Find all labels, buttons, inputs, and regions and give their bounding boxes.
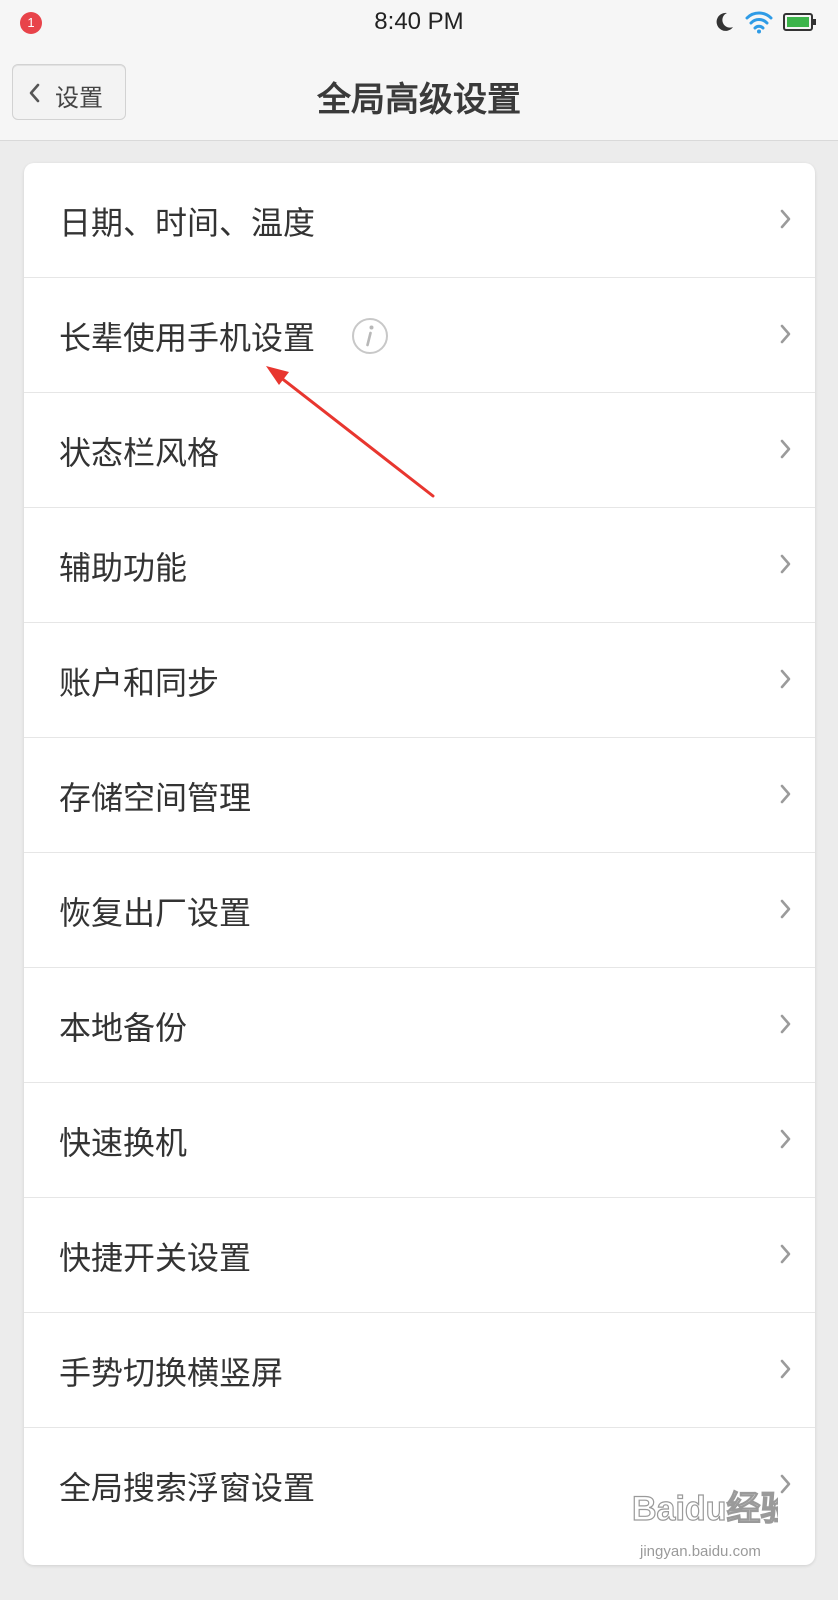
chevron-right-icon xyxy=(780,439,791,459)
settings-item-label: 本地备份 xyxy=(59,1009,188,1047)
wifi-icon xyxy=(745,11,773,34)
chevron-right-icon xyxy=(780,1129,791,1149)
settings-item-label: 日期、时间、温度 xyxy=(59,204,316,242)
chevron-right-icon xyxy=(780,324,791,344)
chevron-right-icon xyxy=(780,1014,791,1034)
settings-list: 日期、时间、温度 长辈使用手机设置 状态栏风格 辅助功能 账户和同步 存储空间管… xyxy=(24,163,815,1565)
chevron-right-icon xyxy=(780,209,791,229)
chevron-right-icon xyxy=(780,1474,791,1494)
settings-item-label: 辅助功能 xyxy=(59,549,188,587)
info-icon[interactable] xyxy=(351,317,389,355)
settings-item-label: 快速换机 xyxy=(59,1124,188,1162)
status-bar: 1 8:40 PM xyxy=(0,0,838,46)
settings-item-local-backup[interactable]: 本地备份 xyxy=(24,968,815,1083)
settings-item-factory-reset[interactable]: 恢复出厂设置 xyxy=(24,853,815,968)
nav-bar: 设置 全局高级设置 xyxy=(0,46,838,141)
settings-item-accessibility[interactable]: 辅助功能 xyxy=(24,508,815,623)
settings-item-label: 全局搜索浮窗设置 xyxy=(59,1469,316,1507)
moon-icon xyxy=(716,12,733,31)
settings-item-label: 长辈使用手机设置 xyxy=(59,319,316,357)
chevron-right-icon xyxy=(780,784,791,804)
settings-item-label: 存储空间管理 xyxy=(59,779,252,817)
settings-item-quick-toggles[interactable]: 快捷开关设置 xyxy=(24,1198,815,1313)
settings-item-label: 快捷开关设置 xyxy=(59,1239,252,1277)
settings-item-date-time[interactable]: 日期、时间、温度 xyxy=(24,163,815,278)
settings-item-label: 手势切换横竖屏 xyxy=(59,1354,284,1392)
watermark-url: jingyan.baidu.com xyxy=(640,1543,761,1560)
settings-item-elderly-mode[interactable]: 长辈使用手机设置 xyxy=(24,278,815,393)
chevron-right-icon xyxy=(780,669,791,689)
chevron-right-icon xyxy=(780,1244,791,1264)
chevron-right-icon xyxy=(780,899,791,919)
chevron-right-icon xyxy=(780,1359,791,1379)
settings-item-label: 状态栏风格 xyxy=(59,434,220,472)
baidu-jingyan-watermark-logo: Baidu经验 xyxy=(631,1488,778,1528)
battery-icon xyxy=(783,13,816,31)
settings-item-storage[interactable]: 存储空间管理 xyxy=(24,738,815,853)
settings-item-phone-transfer[interactable]: 快速换机 xyxy=(24,1083,815,1198)
settings-item-accounts-sync[interactable]: 账户和同步 xyxy=(24,623,815,738)
settings-item-label: 账户和同步 xyxy=(59,664,220,702)
page-title: 全局高级设置 xyxy=(317,80,521,120)
settings-item-status-bar-style[interactable]: 状态栏风格 xyxy=(24,393,815,508)
svg-text:Baidu经验: Baidu经验 xyxy=(632,1489,778,1528)
settings-item-gesture-rotation[interactable]: 手势切换横竖屏 xyxy=(24,1313,815,1428)
chevron-right-icon xyxy=(780,554,791,574)
settings-item-label: 恢复出厂设置 xyxy=(59,894,252,932)
